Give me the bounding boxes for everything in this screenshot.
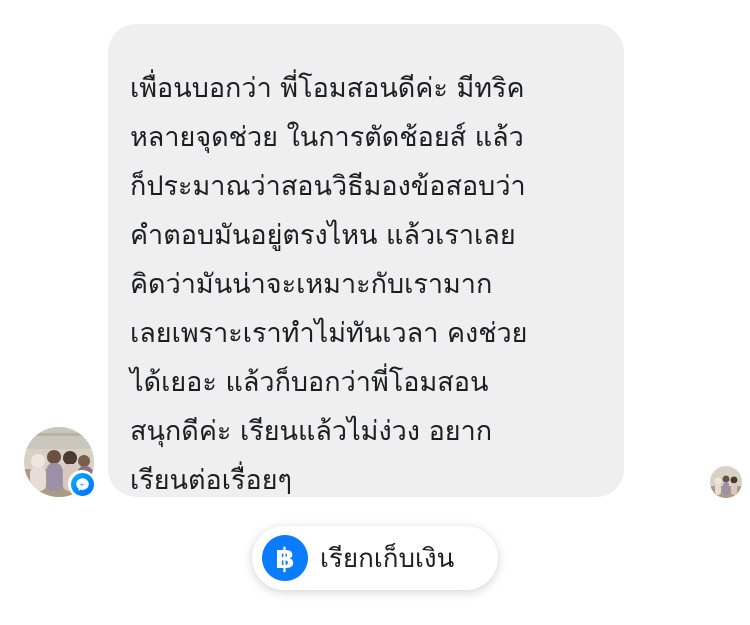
seen-indicator-avatar [710,466,742,498]
messenger-icon [70,472,94,496]
message-bubble[interactable]: เพื่อนบอกว่า พี่โอมสอนดีค่ะ มีทริค หลายจ… [108,24,624,497]
message-line: สนุกดีค่ะ เรียนแล้วไม่ง่วง อยาก [130,416,493,447]
request-payment-label: เรียกเก็บเงิน [320,543,455,574]
message-line: เลยเพราะเราทำไม่ทันเวลา คงช่วย [130,318,528,349]
message-line: คำตอบมันอยู่ตรงไหน แล้วเราเลย [130,220,516,251]
messenger-badge [68,470,96,498]
message-line: ก็ประมาณว่าสอนวิธีมองข้อสอบว่า [130,171,526,202]
request-payment-button[interactable]: ฿ เรียกเก็บเงิน [252,526,498,590]
message-line: เรียนต่อเรื่อยๆ [130,465,293,496]
chat-area: เพื่อนบอกว่า พี่โอมสอนดีค่ะ มีทริค หลายจ… [0,0,750,625]
message-line: ได้เยอะ แล้วก็บอกว่าพี่โอมสอน [130,367,489,398]
baht-icon: ฿ [262,535,308,581]
message-line: หลายจุดช่วย ในการตัดช้อยส์ แล้ว [130,122,524,153]
message-line: คิดว่ามันน่าจะเหมาะกับเรามาก [130,269,493,300]
message-line: เพื่อนบอกว่า พี่โอมสอนดีค่ะ มีทริค [130,73,525,104]
group-photo-avatar-icon [710,466,742,498]
